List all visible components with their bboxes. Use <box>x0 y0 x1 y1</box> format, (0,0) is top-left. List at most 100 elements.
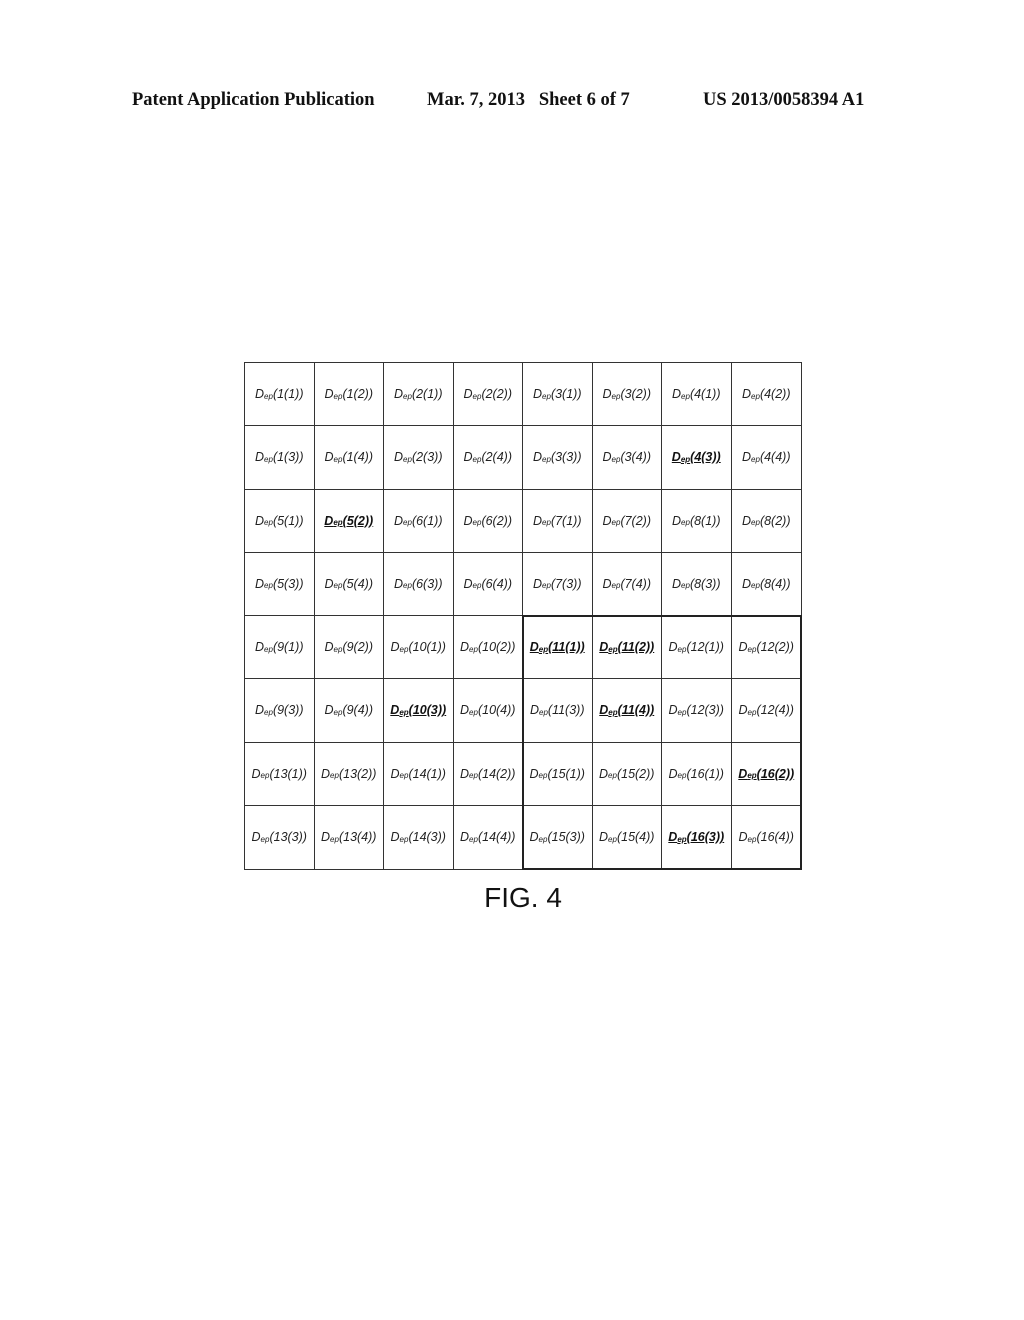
cell-subscript: ep <box>538 834 548 844</box>
cell-index: (2(3)) <box>411 450 443 465</box>
cell-symbol: D <box>460 830 470 845</box>
grid-cell: Dep (3(4)) <box>592 426 662 490</box>
grid-cell: Dep (12(4)) <box>731 679 801 743</box>
grid-cell: Dep (4(2)) <box>731 363 801 427</box>
grid-cell: Dep (11(2)) <box>592 616 662 680</box>
cell-symbol: D <box>255 640 265 655</box>
cell-subscript: ep <box>330 834 339 844</box>
cell-index: (7(4)) <box>620 576 651 591</box>
cell-symbol: D <box>463 576 473 591</box>
grid-cell: Dep (3(1)) <box>523 363 593 427</box>
cell-symbol: D <box>460 640 470 655</box>
grid-cell: Dep (3(2)) <box>592 363 662 427</box>
cell-subscript: ep <box>681 391 690 401</box>
cell-symbol: D <box>251 830 261 845</box>
cell-index: (11(1)) <box>548 640 585 655</box>
grid-cell: Dep (2(3)) <box>384 426 454 490</box>
cell-subscript: ep <box>472 581 482 591</box>
cell-index: (9(4)) <box>342 703 373 718</box>
cell-index: (13(2)) <box>338 766 377 781</box>
cell-index: (9(3)) <box>272 703 304 718</box>
cell-subscript: ep <box>403 581 412 591</box>
cell-symbol: D <box>460 766 470 781</box>
grid-cell: Dep (8(2)) <box>731 490 801 553</box>
grid-cell: Dep (3(3)) <box>523 426 593 490</box>
cell-subscript: ep <box>260 771 270 781</box>
cell-subscript: ep <box>681 581 690 591</box>
cell-symbol: D <box>668 830 678 845</box>
cell-index: (6(3)) <box>411 576 443 591</box>
cell-index: (11(3)) <box>547 703 585 718</box>
cell-symbol: D <box>738 703 748 718</box>
cell-symbol: D <box>672 513 682 528</box>
cell-subscript: ep <box>399 771 409 781</box>
cell-index: (7(2)) <box>620 513 651 528</box>
cell-index: (15(2)) <box>616 766 655 781</box>
cell-index: (15(3)) <box>547 830 585 845</box>
cell-symbol: D <box>463 387 473 402</box>
cell-subscript: ep <box>472 518 482 528</box>
cell-symbol: D <box>529 830 539 845</box>
cell-index: (8(4)) <box>759 576 791 591</box>
cell-index: (16(1)) <box>686 766 724 781</box>
cell-symbol: D <box>668 640 678 655</box>
cell-index: (14(1)) <box>408 766 446 781</box>
cell-subscript: ep <box>403 391 412 401</box>
cell-symbol: D <box>394 513 404 528</box>
cell-index: (4(4)) <box>759 450 791 465</box>
grid-cell: Dep (6(4)) <box>453 552 523 616</box>
cell-subscript: ep <box>751 518 760 528</box>
grid-cell: Dep (2(4)) <box>453 426 523 490</box>
cell-subscript: ep <box>469 644 478 654</box>
cell-index: (16(2)) <box>756 766 795 781</box>
cell-subscript: ep <box>399 644 409 654</box>
grid-cell: Dep (1(1)) <box>245 363 315 427</box>
cell-symbol: D <box>599 703 609 718</box>
grid-cell: Dep (10(1)) <box>384 616 454 680</box>
grid-cell: Dep (15(3)) <box>523 805 593 869</box>
cell-subscript: ep <box>264 581 273 591</box>
cell-symbol: D <box>324 703 334 718</box>
cell-subscript: ep <box>333 707 343 717</box>
cell-symbol: D <box>255 513 265 528</box>
cell-subscript: ep <box>469 771 478 781</box>
grid-cell: Dep (12(1)) <box>662 616 732 680</box>
cell-subscript: ep <box>677 834 687 844</box>
cell-index: (8(1)) <box>689 513 721 528</box>
cell-subscript: ep <box>538 644 549 654</box>
cell-subscript: ep <box>330 771 339 781</box>
grid-cell: Dep (4(1)) <box>662 363 732 427</box>
grid-cell: Dep (16(1)) <box>662 742 732 806</box>
publication-number: US 2013/0058394 A1 <box>703 90 865 110</box>
cell-index: (4(1)) <box>689 387 721 402</box>
grid-cell: Dep (10(4)) <box>453 679 523 743</box>
cell-subscript: ep <box>333 454 343 464</box>
cell-symbol: D <box>533 576 543 591</box>
cell-subscript: ep <box>260 834 270 844</box>
grid-cell: Dep (16(2)) <box>731 743 801 806</box>
cell-index: (13(4)) <box>338 830 377 845</box>
cell-subscript: ep <box>677 707 687 717</box>
grid-cell: Dep (5(3)) <box>245 552 315 616</box>
cell-symbol: D <box>394 387 404 402</box>
grid-cell: Dep (2(2)) <box>453 363 523 427</box>
cell-symbol: D <box>742 450 752 465</box>
grid-cell: Dep (5(2)) <box>314 489 384 553</box>
cell-symbol: D <box>672 387 682 402</box>
grid-cell: Dep (8(4)) <box>731 553 801 616</box>
cell-subscript: ep <box>542 454 551 464</box>
cell-index: (1(2)) <box>342 387 373 402</box>
cell-symbol: D <box>742 576 752 591</box>
cell-index: (5(4)) <box>342 576 373 591</box>
cell-subscript: ep <box>608 771 617 781</box>
cell-subscript: ep <box>751 454 760 464</box>
cell-index: (11(4)) <box>617 703 655 718</box>
grid-cell: Dep (12(3)) <box>662 679 732 743</box>
cell-subscript: ep <box>608 834 617 844</box>
grid-cell: Dep (5(1)) <box>245 489 315 553</box>
cell-symbol: D <box>672 576 682 591</box>
cell-subscript: ep <box>747 771 757 781</box>
cell-symbol: D <box>390 703 400 718</box>
cell-subscript: ep <box>542 518 551 528</box>
grid-cell: Dep (16(3)) <box>662 805 732 869</box>
